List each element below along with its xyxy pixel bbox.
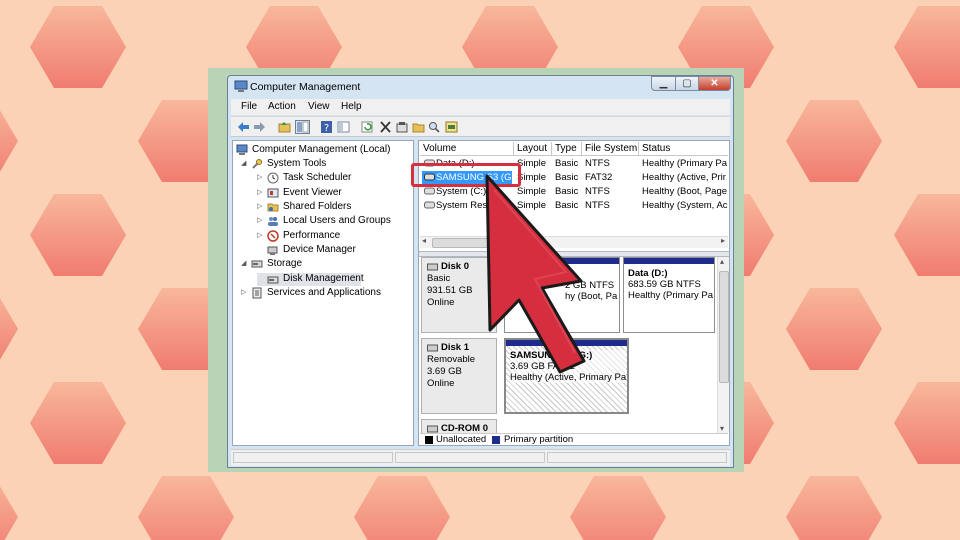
large-pointer-arrow-icon [485, 174, 586, 374]
